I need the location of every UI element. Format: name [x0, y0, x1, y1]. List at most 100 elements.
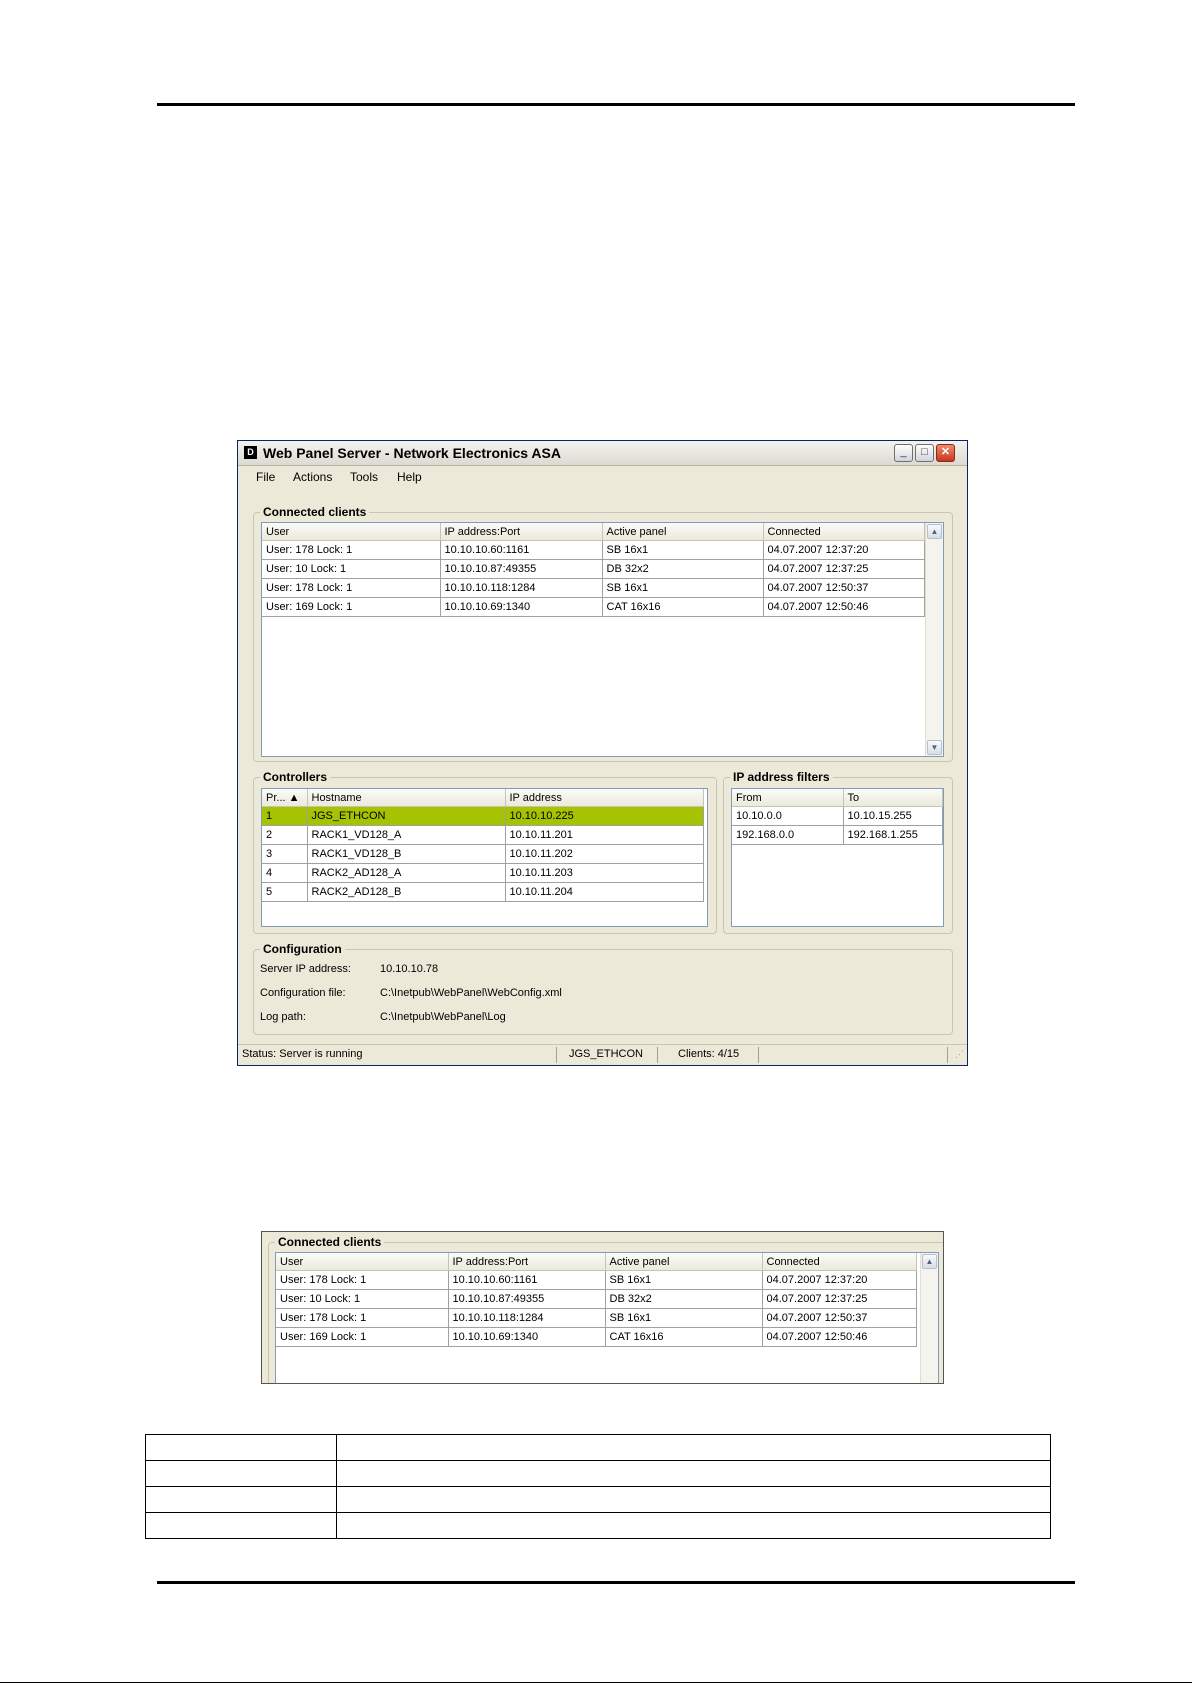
status-bar: Status: Server is running JGS_ETHCON Cli…: [238, 1044, 967, 1065]
cell: 04.07.2007 12:37:25: [763, 559, 925, 579]
col-connected[interactable]: Connected: [763, 523, 925, 541]
table-row[interactable]: 3 RACK1_VD128_B 10.10.11.202: [262, 844, 704, 864]
cell: 04.07.2007 12:37:20: [763, 540, 925, 560]
scroll-up-icon[interactable]: ▲: [922, 1254, 937, 1269]
col-user[interactable]: User: [262, 523, 441, 541]
col-to[interactable]: To: [843, 789, 943, 807]
cell: 5: [262, 882, 308, 902]
status-text: Status: Server is running: [242, 1048, 363, 1060]
table-row[interactable]: User: 178 Lock: 1 10.10.10.60:1161 SB 16x…: [276, 1270, 917, 1290]
cell: User: 169 Lock: 1: [276, 1327, 449, 1347]
cell: [336, 1460, 1051, 1487]
cell: User: 169 Lock: 1: [262, 597, 441, 617]
cell: 10.10.15.255: [843, 806, 943, 826]
scroll-up-icon[interactable]: ▲: [927, 524, 942, 539]
col-user[interactable]: User: [276, 1253, 449, 1271]
table-row[interactable]: 4 RACK2_AD128_A 10.10.11.203: [262, 863, 704, 883]
col-active-panel[interactable]: Active panel: [605, 1253, 763, 1271]
cell: SB 16x1: [605, 1270, 763, 1290]
description-table: [145, 1434, 1051, 1539]
table-row[interactable]: User: 10 Lock: 1 10.10.10.87:49355 DB 32x…: [262, 559, 925, 579]
cell: SB 16x1: [605, 1308, 763, 1328]
menu-actions[interactable]: Actions: [293, 470, 332, 484]
cell: User: 10 Lock: 1: [276, 1289, 449, 1309]
scroll-down-icon[interactable]: ▼: [927, 740, 942, 755]
col-ip-address[interactable]: IP address: [505, 789, 704, 807]
filters-table: From To 10.10.0.0 10.10.15.255 192.168.0.…: [732, 789, 943, 845]
cell: 04.07.2007 12:50:37: [762, 1308, 917, 1328]
col-hostname[interactable]: Hostname: [307, 789, 506, 807]
top-rule: [157, 103, 1075, 106]
status-divider: [758, 1047, 759, 1063]
table-row[interactable]: 2 RACK1_VD128_A 10.10.11.201: [262, 825, 704, 845]
cell: [145, 1486, 337, 1513]
cell: RACK1_VD128_A: [307, 825, 506, 845]
cell: 3: [262, 844, 308, 864]
configuration-group: Configuration: [253, 942, 953, 1035]
menu-bar: File Actions Tools Help: [238, 467, 967, 487]
cell: JGS_ETHCON: [307, 806, 506, 826]
config-file-label: Configuration file:: [260, 987, 346, 999]
cell: 10.10.10.87:49355: [440, 559, 603, 579]
table-row[interactable]: User: 178 Lock: 1 10.10.10.118:1284 SB 16…: [276, 1308, 917, 1328]
cell: 10.10.11.201: [505, 825, 704, 845]
col-connected[interactable]: Connected: [762, 1253, 917, 1271]
cell: 04.07.2007 12:37:20: [762, 1270, 917, 1290]
cell: User: 178 Lock: 1: [262, 578, 441, 598]
resize-grip-icon[interactable]: ⋰: [955, 1049, 964, 1060]
cell: [336, 1512, 1051, 1539]
cell: DB 32x2: [602, 559, 764, 579]
filters-list[interactable]: From To 10.10.0.0 10.10.15.255 192.168.0.…: [731, 788, 944, 927]
window-title: Web Panel Server - Network Electronics A…: [263, 445, 561, 461]
table-row[interactable]: 5 RACK2_AD128_B 10.10.11.204: [262, 882, 704, 902]
table-row[interactable]: User: 10 Lock: 1 10.10.10.87:49355 DB 32x…: [276, 1289, 917, 1309]
cell: 10.10.10.60:1161: [448, 1270, 606, 1290]
cell: 10.10.11.202: [505, 844, 704, 864]
table-row[interactable]: 192.168.0.0 192.168.1.255: [732, 825, 943, 845]
cell: 10.10.10.118:1284: [440, 578, 603, 598]
web-panel-server-window: D Web Panel Server - Network Electronics…: [237, 440, 968, 1066]
col-ip-port[interactable]: IP address:Port: [448, 1253, 606, 1271]
table-row: [145, 1460, 1051, 1487]
cell: [145, 1460, 337, 1487]
menu-file[interactable]: File: [256, 470, 275, 484]
inset-clients-list[interactable]: User IP address:Port Active panel Connec…: [275, 1252, 939, 1383]
table-row[interactable]: User: 178 Lock: 1 10.10.10.118:1284 SB 16…: [262, 578, 925, 598]
config-file-value: C:\Inetpub\WebPanel\WebConfig.xml: [380, 987, 562, 999]
cell: CAT 16x16: [602, 597, 764, 617]
table-row[interactable]: User: 169 Lock: 1 10.10.10.69:1340 CAT 16…: [276, 1327, 917, 1347]
cell: 10.10.10.87:49355: [448, 1289, 606, 1309]
ip-filters-group: IP address filters From To 10.10.0.0 10.1…: [723, 770, 953, 934]
col-priority[interactable]: Pr... ▲: [262, 789, 308, 807]
inset-clients-scrollbar[interactable]: ▲: [920, 1253, 938, 1383]
clients-table: User IP address:Port Active panel Connec…: [262, 523, 925, 617]
clients-scrollbar[interactable]: ▲ ▼: [925, 523, 943, 756]
clients-list[interactable]: User IP address:Port Active panel Connec…: [261, 522, 944, 757]
cell: RACK1_VD128_B: [307, 844, 506, 864]
col-ip-port[interactable]: IP address:Port: [440, 523, 603, 541]
inset-clients-label: Connected clients: [275, 1235, 385, 1249]
table-row-selected[interactable]: 1 JGS_ETHCON 10.10.10.225: [262, 806, 704, 826]
minimize-button[interactable]: _: [894, 444, 913, 462]
close-button[interactable]: ✕: [936, 444, 955, 462]
table-row[interactable]: 10.10.0.0 10.10.15.255: [732, 806, 943, 826]
col-active-panel[interactable]: Active panel: [602, 523, 764, 541]
footer-rule: [0, 1682, 1192, 1683]
controllers-list[interactable]: Pr... ▲ Hostname IP address 1 JGS_ETHCON 1…: [261, 788, 708, 927]
menu-tools[interactable]: Tools: [350, 470, 378, 484]
menu-help[interactable]: Help: [397, 470, 422, 484]
log-path-label: Log path:: [260, 1011, 306, 1023]
cell: [336, 1434, 1051, 1461]
table-row[interactable]: User: 169 Lock: 1 10.10.10.69:1340 CAT 16…: [262, 597, 925, 617]
table-row[interactable]: User: 178 Lock: 1 10.10.10.60:1161 SB 16x…: [262, 540, 925, 560]
controllers-table: Pr... ▲ Hostname IP address 1 JGS_ETHCON 1…: [262, 789, 704, 902]
cell: 04.07.2007 12:50:46: [762, 1327, 917, 1347]
col-from[interactable]: From: [732, 789, 844, 807]
cell: 192.168.0.0: [732, 825, 844, 845]
table-row: [145, 1512, 1051, 1539]
maximize-button[interactable]: □: [915, 444, 934, 462]
table-row: [145, 1434, 1051, 1461]
configuration-label: Configuration: [260, 942, 345, 956]
title-bar[interactable]: D Web Panel Server - Network Electronics…: [238, 441, 967, 466]
cell: [145, 1434, 337, 1461]
